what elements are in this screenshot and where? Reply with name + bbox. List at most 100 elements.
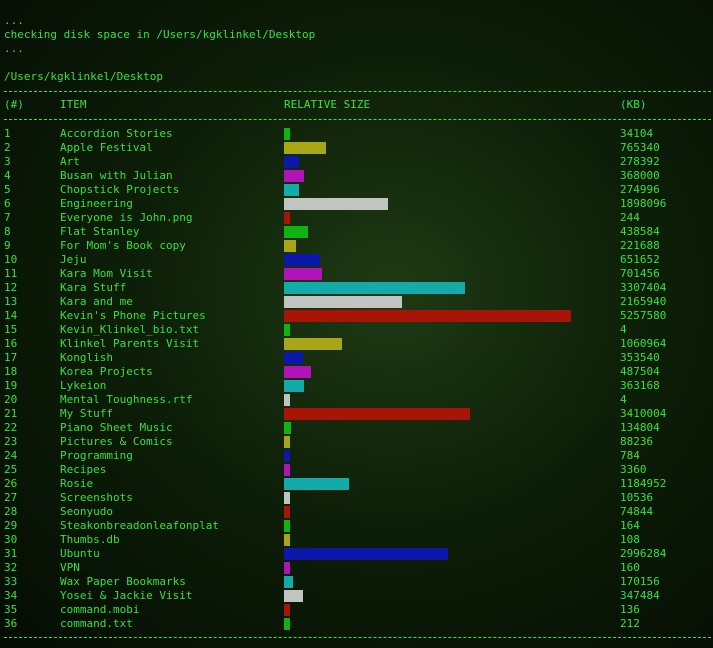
relative-size-bar: [284, 604, 290, 616]
list-item: 3 Art 278392: [0, 155, 713, 169]
list-item: 8 Flat Stanley 438584: [0, 225, 713, 239]
item-name: Programming: [60, 449, 133, 462]
item-name: Mental Toughness.rtf: [60, 393, 193, 406]
item-size-kb: 34104: [620, 127, 654, 140]
item-number: 21: [4, 407, 18, 420]
separator-line: [4, 119, 711, 120]
item-name: Everyone is John.png: [60, 211, 193, 224]
column-header-item: ITEM: [60, 98, 87, 111]
item-number: 8: [4, 225, 11, 238]
relative-size-bar: [284, 282, 465, 294]
list-item: 14 Kevin's Phone Pictures 5257580: [0, 309, 713, 323]
item-number: 19: [4, 379, 18, 392]
item-name: For Mom's Book copy: [60, 239, 186, 252]
relative-size-bar: [284, 394, 290, 406]
relative-size-bar: [284, 478, 349, 490]
item-name: Konglish: [60, 351, 113, 364]
relative-size-bar: [284, 184, 299, 196]
item-number: 25: [4, 463, 18, 476]
relative-size-bar: [284, 352, 303, 364]
item-number: 33: [4, 575, 18, 588]
item-size-kb: 278392: [620, 155, 660, 168]
list-item: 26 Rosie 1184952: [0, 477, 713, 491]
relative-size-bar: [284, 324, 290, 336]
item-number: 16: [4, 337, 18, 350]
item-size-kb: 108: [620, 533, 640, 546]
item-size-kb: 765340: [620, 141, 660, 154]
item-name: Busan with Julian: [60, 169, 173, 182]
item-number: 20: [4, 393, 18, 406]
item-number: 23: [4, 435, 18, 448]
item-size-kb: 651652: [620, 253, 660, 266]
item-size-kb: 3360: [620, 463, 647, 476]
relative-size-bar: [284, 338, 342, 350]
relative-size-bar: [284, 240, 296, 252]
list-item: 4 Busan with Julian 368000: [0, 169, 713, 183]
item-name: Yosei & Jackie Visit: [60, 589, 193, 602]
item-number: 35: [4, 603, 18, 616]
item-name: Recipes: [60, 463, 107, 476]
item-name: Korea Projects: [60, 365, 153, 378]
item-number: 15: [4, 323, 18, 336]
item-number: 9: [4, 239, 11, 252]
item-name: Klinkel Parents Visit: [60, 337, 200, 350]
item-number: 22: [4, 421, 18, 434]
relative-size-bar: [284, 170, 304, 182]
item-number: 12: [4, 281, 18, 294]
item-name: Seonyudo: [60, 505, 113, 518]
list-item: 36 command.txt 212: [0, 617, 713, 631]
item-size-kb: 3410004: [620, 407, 667, 420]
relative-size-bar: [284, 198, 388, 210]
item-size-kb: 347484: [620, 589, 660, 602]
list-item: 23 Pictures & Comics 88236: [0, 435, 713, 449]
item-number: 11: [4, 267, 18, 280]
item-size-kb: 74844: [620, 505, 654, 518]
list-item: 9 For Mom's Book copy 221688: [0, 239, 713, 253]
item-number: 29: [4, 519, 18, 532]
item-number: 36: [4, 617, 18, 630]
relative-size-bar: [284, 520, 290, 532]
column-header-kb: (KB): [620, 98, 647, 111]
item-number: 24: [4, 449, 18, 462]
list-item: 34 Yosei & Jackie Visit 347484: [0, 589, 713, 603]
item-name: Kara Stuff: [60, 281, 127, 294]
relative-size-bar: [284, 436, 290, 448]
relative-size-bar: [284, 618, 290, 630]
item-number: 6: [4, 197, 11, 210]
relative-size-bar: [284, 590, 303, 602]
item-name: Steakonbreadonleafonplat: [60, 519, 219, 532]
relative-size-bar: [284, 380, 304, 392]
column-header-relative-size: RELATIVE SIZE: [284, 98, 371, 111]
item-size-kb: 701456: [620, 267, 660, 280]
item-number: 13: [4, 295, 18, 308]
item-size-kb: 170156: [620, 575, 660, 588]
item-size-kb: 4: [620, 393, 627, 406]
item-name: VPN: [60, 561, 80, 574]
item-name: Apple Festival: [60, 141, 153, 154]
item-number: 2: [4, 141, 11, 154]
list-item: 21 My Stuff 3410004: [0, 407, 713, 421]
item-size-kb: 2996284: [620, 547, 667, 560]
item-name: Chopstick Projects: [60, 183, 180, 196]
relative-size-bar: [284, 366, 311, 378]
relative-size-bar: [284, 226, 308, 238]
list-item: 32 VPN 160: [0, 561, 713, 575]
item-name: Rosie: [60, 477, 94, 490]
item-number: 17: [4, 351, 18, 364]
relative-size-bar: [284, 562, 290, 574]
item-name: Kevin's Phone Pictures: [60, 309, 206, 322]
terminal-window[interactable]: ... checking disk space in /Users/kgklin…: [0, 0, 713, 648]
relative-size-bar: [284, 310, 571, 322]
item-number: 10: [4, 253, 18, 266]
list-item: 15 Kevin_Klinkel_bio.txt 4: [0, 323, 713, 337]
item-name: Piano Sheet Music: [60, 421, 173, 434]
item-size-kb: 136: [620, 603, 640, 616]
item-size-kb: 134804: [620, 421, 660, 434]
item-size-kb: 353540: [620, 351, 660, 364]
log-line: checking disk space in /Users/kgklinkel/…: [4, 28, 316, 41]
relative-size-bar: [284, 464, 290, 476]
item-size-kb: 487504: [620, 365, 660, 378]
list-item: 28 Seonyudo 74844: [0, 505, 713, 519]
relative-size-bar: [284, 156, 299, 168]
item-name: Thumbs.db: [60, 533, 120, 546]
